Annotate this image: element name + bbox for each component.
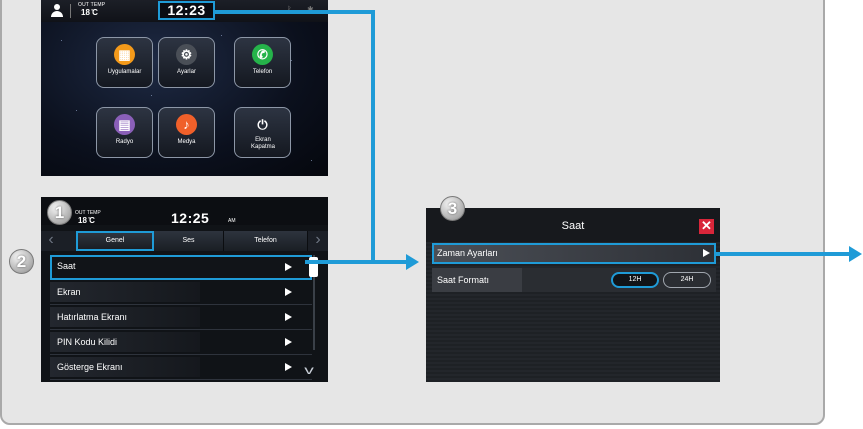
zaman-ayarlari-row[interactable]: Zaman Ayarları [432,243,716,264]
play-arrow-icon [285,363,292,371]
tile-label: Radyo [115,139,134,145]
home-tile-ekran-kapatma[interactable]: ⏻ Ekran Kapatma [234,107,291,158]
settings-item-1[interactable]: Saat [50,255,312,280]
page-indicator [172,168,200,176]
home-clock[interactable]: 12:23 [158,1,215,20]
play-arrow-icon [703,249,710,257]
format-12h-button[interactable]: 12H [611,272,659,288]
phone-icon: ✆ [252,44,273,65]
settings-item-label: Ekran [57,287,81,297]
settings-screen: OUT TEMP 18 ̊C 12:25 AM ‹ Genel Ses Tele… [41,197,328,382]
saat-dialog: Saat ✕ Zaman Ayarları Saat Formatı 12H 2… [426,208,720,382]
chevron-left-icon[interactable]: ‹ [41,231,61,251]
play-arrow-icon [285,338,292,346]
arrow-right-icon [849,246,862,262]
play-arrow-icon [285,313,292,321]
home-screen: OUT TEMP 18 ̊C 12:23 ᛒ ✱ ▦Uygulamalar⚙Ay… [41,0,328,176]
settings-item-5[interactable]: Gösterge Ekranı [50,355,312,380]
chevron-right-icon[interactable]: › [308,231,328,251]
dialog-title: Saat [561,220,585,232]
status-bar: OUT TEMP 18 ̊C 12:25 AM [41,197,328,226]
arrow-right-icon [406,254,419,270]
chevron-down-icon[interactable]: v [304,363,314,377]
settings-item-3[interactable]: Hatırlatma Ekranı [50,305,312,330]
saat-formati-label: Saat Formatı [437,275,490,285]
tile-label: Ekran Kapatma [250,137,275,150]
format-24h-button[interactable]: 24H [663,272,711,288]
settings-item-label: Hatırlatma Ekranı [57,312,128,322]
settings-item-label: PIN Kodu Kilidi [57,337,118,347]
status-divider [70,4,71,18]
home-tile-ayarlar[interactable]: ⚙ Ayarlar [158,37,215,88]
close-icon[interactable]: ✕ [699,219,714,234]
home-tile-radyo[interactable]: ▤ Radyo [96,107,153,158]
am-pm-indicator: AM [228,218,236,224]
play-arrow-icon [285,263,292,271]
connector-line [305,260,407,264]
apps-grid-icon: ▦ [114,44,135,65]
home-tile-medya[interactable]: ♪ Medya [158,107,215,158]
out-temp-value: 18 ̊C [81,8,98,17]
settings-gear-icon: ⚙ [176,44,197,65]
music-note-icon: ♪ [176,114,197,135]
tile-label: Telefon [252,69,273,75]
step-badge-3: 3 [440,196,465,221]
settings-item-label: Gösterge Ekranı [57,362,123,372]
settings-list: Saat Ekran Hatırlatma Ekranı PIN Kodu Kilid… [50,255,312,380]
tile-label: Medya [177,139,196,145]
zaman-ayarlari-label: Zaman Ayarları [437,248,498,258]
tab-telefon[interactable]: Telefon [224,231,308,251]
tab-ses[interactable]: Ses [154,231,224,251]
settings-item-4[interactable]: PIN Kodu Kilidi [50,330,312,355]
settings-item-2[interactable]: Ekran [50,280,312,305]
tab-genel[interactable]: Genel [76,231,154,251]
tile-label: Uygulamalar [107,69,142,75]
step-badge-1: 1 [47,200,72,225]
connector-line [371,10,375,264]
settings-clock: 12:25 [171,210,210,226]
user-icon[interactable] [51,4,63,17]
out-temp-value: 18 ̊C [78,216,95,225]
settings-item-label: Saat [57,261,76,271]
radio-icon: ▤ [114,114,135,135]
tile-label: Ayarlar [177,69,196,75]
home-tile-uygulamalar[interactable]: ▦ Uygulamalar [96,37,153,88]
home-tile-telefon[interactable]: ✆ Telefon [234,37,291,88]
play-arrow-icon [285,288,292,296]
connector-line [214,10,373,14]
step-badge-2: 2 [9,249,34,274]
settings-tab-bar: ‹ Genel Ses Telefon › [41,231,328,251]
connector-line [716,252,849,256]
power-icon: ⏻ [257,117,268,132]
